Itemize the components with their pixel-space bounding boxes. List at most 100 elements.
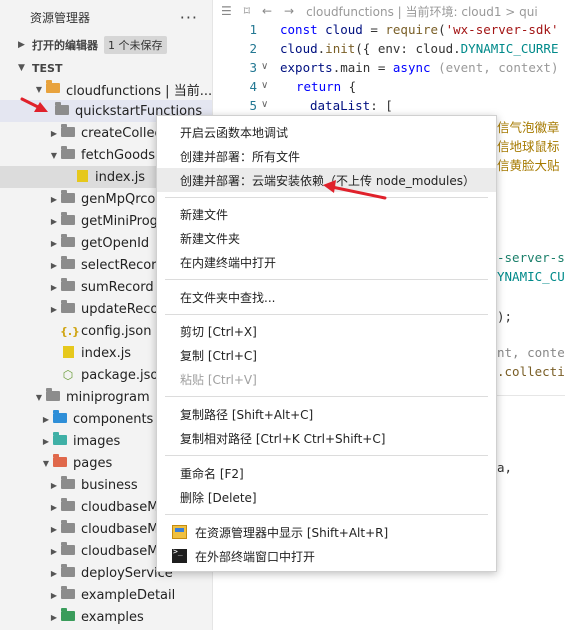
code-line: return { — [296, 79, 356, 94]
chevron-right-icon[interactable]: ▶ — [48, 503, 60, 512]
tree-item-label: package.json — [81, 367, 167, 383]
menu-item-local-debug[interactable]: 开启云函数本地调试 — [157, 120, 496, 144]
explorer-title: 资源管理器 — [30, 10, 91, 25]
bookmark-icon[interactable]: ⌑ — [244, 4, 250, 18]
code-fragment: ); — [497, 309, 513, 324]
code-identifier: exports — [280, 60, 333, 75]
terminal-icon — [172, 547, 187, 563]
folder-icon — [52, 454, 68, 470]
chevron-down-icon[interactable]: ▼ — [48, 151, 60, 160]
menu-item-reveal-in-explorer[interactable]: 在资源管理器中显示 [Shift+Alt+R] — [157, 520, 496, 544]
code-fragment: YNAMIC_CU — [497, 269, 565, 284]
line-number: 5 — [249, 98, 257, 113]
chevron-down-icon[interactable]: ▼ — [33, 393, 45, 402]
code-function: init — [325, 41, 356, 56]
open-editors-section[interactable]: ▶ 打开的编辑器 1 个未保存 — [0, 34, 212, 56]
tree-item-label: index.js — [95, 169, 146, 185]
js-file-icon — [74, 169, 90, 185]
menu-item-open-in-terminal[interactable]: 在内建终端中打开 — [157, 250, 496, 274]
tree-item-label: exampleDetail — [81, 587, 176, 603]
tree-item-label: genMpQrcod — [81, 191, 164, 207]
tree-item[interactable]: ▼ cloudfunctions | 当前... — [0, 78, 212, 100]
tree-item[interactable]: ▶ examples — [0, 606, 212, 628]
folder-shape — [61, 256, 75, 269]
chevron-right-icon[interactable]: ▶ — [48, 239, 60, 248]
chevron-right-icon[interactable]: ▶ — [48, 217, 60, 226]
folder-shape — [53, 432, 67, 445]
folder-icon — [52, 410, 68, 426]
breadcrumb[interactable]: cloudfunctions | 当前环境: cloud1 > qui — [306, 3, 538, 20]
folder-icon — [60, 124, 76, 140]
folder-icon — [60, 256, 76, 272]
code-fragment: .collecti — [497, 364, 565, 379]
fold-chevron-icon[interactable]: ∨ — [261, 99, 268, 110]
forward-arrow-icon[interactable]: → — [284, 4, 294, 18]
folder-icon — [60, 498, 76, 514]
code-text: ({ env: cloud. — [355, 41, 461, 56]
chevron-right-icon[interactable]: ▶ — [48, 481, 60, 490]
tree-item[interactable]: ▶ exampleDetail — [0, 584, 212, 606]
chevron-right-icon[interactable]: ▶ — [40, 415, 52, 424]
json-file-icon: {.} — [60, 325, 80, 338]
menu-item-rename[interactable]: 重命名 [F2] — [157, 461, 496, 485]
tree-item-label: pages — [73, 455, 113, 471]
chevron-right-icon[interactable]: ▶ — [48, 525, 60, 534]
tree-item-label: fetchGoodsL — [81, 147, 163, 163]
chevron-right-icon[interactable]: ▶ — [40, 437, 52, 446]
menu-item-copy-relative-path[interactable]: 复制相对路径 [Ctrl+K Ctrl+Shift+C] — [157, 426, 496, 450]
code-identifier: cloud — [280, 41, 318, 56]
menu-item-copy[interactable]: 复制 [Ctrl+C] — [157, 343, 496, 367]
line-number: 2 — [249, 41, 257, 56]
code-text: : [ — [370, 98, 393, 113]
back-arrow-icon[interactable]: ← — [262, 4, 272, 18]
menu-item-copy-path[interactable]: 复制路径 [Shift+Alt+C] — [157, 402, 496, 426]
code-line: exports.main = async (event, context) — [280, 60, 558, 75]
folder-icon — [52, 432, 68, 448]
list-icon[interactable]: ☰ — [221, 4, 232, 18]
folder-icon — [60, 234, 76, 250]
menu-item-deploy-all-files[interactable]: 创建并部署：所有文件 — [157, 144, 496, 168]
chevron-right-icon[interactable]: ▶ — [48, 261, 60, 270]
folder-shape — [45, 80, 60, 93]
folder-shape — [61, 520, 75, 533]
chevron-right-icon[interactable]: ▶ — [48, 613, 60, 622]
js-file-icon — [60, 345, 76, 361]
tree-item-label: updateRecor — [81, 301, 164, 317]
windows-explorer-icon — [172, 525, 187, 539]
line-number: 4 — [249, 79, 257, 94]
chevron-right-icon[interactable]: ▶ — [48, 569, 60, 578]
tree-item-label: index.js — [81, 345, 132, 361]
chevron-right-icon[interactable]: ▶ — [48, 283, 60, 292]
folder-shape — [61, 124, 75, 137]
fold-chevron-icon[interactable]: ∨ — [261, 61, 268, 72]
chevron-right-icon[interactable]: ▶ — [48, 305, 60, 314]
chevron-down-icon[interactable]: ▼ — [40, 459, 52, 468]
menu-item-cut[interactable]: 剪切 [Ctrl+X] — [157, 319, 496, 343]
tree-item-label: getMiniProg — [81, 213, 158, 229]
menu-item-open-external-terminal[interactable]: 在外部终端窗口中打开 — [157, 544, 496, 568]
tree-item-label: miniprogram — [66, 389, 150, 405]
menu-item-find-in-folder[interactable]: 在文件夹中查找... — [157, 285, 496, 309]
folder-shape — [61, 278, 75, 291]
menu-item-delete[interactable]: 删除 [Delete] — [157, 485, 496, 509]
code-text: .main = — [332, 60, 393, 75]
chevron-right-icon[interactable]: ▶ — [48, 547, 60, 556]
folder-icon — [60, 586, 76, 602]
line-number: 1 — [249, 22, 257, 37]
folder-shape — [61, 476, 75, 489]
folder-icon — [54, 102, 70, 118]
code-fragment: 信气泡徽章 — [497, 120, 560, 135]
menu-item-new-folder[interactable]: 新建文件夹 — [157, 226, 496, 250]
fold-chevron-icon[interactable]: ∨ — [261, 80, 268, 91]
more-actions-icon[interactable]: ··· — [180, 8, 198, 27]
workspace-section[interactable]: ▼ TEST — [0, 57, 212, 79]
explorer-header: 资源管理器 ··· — [0, 0, 212, 34]
chevron-down-icon[interactable]: ▼ — [33, 85, 45, 94]
folder-icon — [60, 212, 76, 228]
chevron-right-icon[interactable]: ▶ — [48, 129, 60, 138]
menu-item-new-file[interactable]: 新建文件 — [157, 202, 496, 226]
chevron-right-icon[interactable]: ▶ — [48, 591, 60, 600]
menu-separator — [165, 279, 488, 280]
menu-item-deploy-cloud-install-deps[interactable]: 创建并部署：云端安装依赖（不上传 node_modules） — [157, 168, 496, 192]
chevron-right-icon[interactable]: ▶ — [48, 195, 60, 204]
